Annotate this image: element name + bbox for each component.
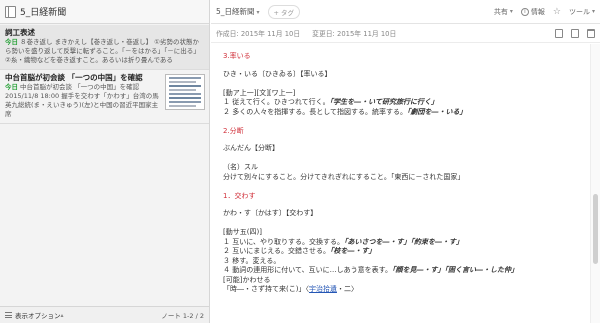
share-label: 共有 (493, 7, 508, 16)
definition-text: １ 互いに、やり取りする。交換する。 (223, 237, 345, 246)
citation-link[interactable]: 宇治拾遺 (309, 285, 337, 293)
grammar: （名）スル (223, 163, 258, 171)
citation-line: 「時―・さず持て来(こ)」〈宇治拾遺・二〉 (223, 285, 590, 295)
copy-icon[interactable] (571, 28, 579, 38)
chevron-down-icon: ▾ (591, 8, 595, 15)
list-footer: 表示オプション ▴ ノート 1-2 / 2 (0, 306, 209, 323)
definition-text: ２ 互いにまじえる。交錯させる。 (223, 247, 331, 255)
chevron-down-icon: ▾ (256, 9, 260, 16)
modified-date: 変更日: 2015年 11月 10日 (312, 30, 397, 38)
created-date: 作成日: 2015年 11月 10日 (216, 30, 301, 38)
note-item[interactable]: 中台首脳が初会談 「一つの中国」を確認 今日 中台首脳が初会談 「一つの中国」を確… (0, 70, 209, 124)
reminder-icon[interactable] (555, 28, 563, 38)
notebook-title: 5_日経新聞 (20, 8, 67, 18)
definition-line: ２ 多くの人々を指揮する。長として指図する。統率する。「劇団を―・いる」 (223, 108, 590, 118)
info-icon: i (520, 7, 529, 16)
definition-text: ２ 多くの人々を指揮する。長として指図する。統率する。 (223, 107, 408, 116)
notebook-selector[interactable]: 5_日経新聞 ▾ (216, 6, 260, 17)
note-count: ノート 1-2 / 2 (161, 312, 204, 320)
definition-line: １ 従えて行く。ひきつれて行く。「学生を―・いて研究旅行に行く」 (223, 98, 590, 108)
reading: ぶんだん【分断】 (223, 144, 279, 152)
grammar: [動ア上一][文][ワ上一] (223, 88, 296, 97)
info-button[interactable]: i 情報 (520, 7, 545, 17)
note-editor-pane: 5_日経新聞 ▾ + タグ 共有 ▾ i 情報 ☆ ツール ▾ 作成日: 2015年 1… (211, 0, 600, 323)
note-title: 詞工表述 (5, 28, 35, 37)
note-list-pane: 5_日経新聞 詞工表述 今日 ８巻き返し まきかえし【巻き返し・巻返し】 ①劣勢の… (0, 0, 210, 323)
view-options-button[interactable]: 表示オプション ▴ (5, 310, 64, 320)
note-thumbnail (165, 74, 205, 110)
note-snippet-text: ８巻き返し まきかえし【巻き返し・巻返し】 ①劣勢の状態から勢いを盛り返して反撃… (5, 38, 200, 64)
citation-text: 「時―・さず持て来(こ)」〈 (223, 285, 309, 293)
example: 「学生を―・いて研究旅行に行く」 (329, 98, 438, 106)
definition-line: ３ 移す。変える。 (223, 256, 281, 265)
note-snippet: 今日 ８巻き返し まきかえし【巻き返し・巻返し】 ①劣勢の状態から勢いを盛り返して… (5, 38, 204, 65)
example: 「枝を―・す」 (330, 247, 376, 255)
note-title: 中台首脳が初会談 「一つの中国」を確認 (5, 73, 143, 82)
note-item[interactable]: 詞工表述 今日 ８巻き返し まきかえし【巻き返し・巻返し】 ①劣勢の状態から勢いを… (0, 25, 209, 70)
section-heading: 3.率いる (223, 52, 251, 60)
note-date: 今日 (5, 38, 18, 46)
star-icon[interactable]: ☆ (553, 7, 561, 17)
note-date: 今日 (5, 83, 18, 91)
scrollbar-thumb[interactable] (593, 194, 598, 264)
chevron-up-icon: ▴ (60, 311, 64, 319)
editor-toolbar: 5_日経新聞 ▾ + タグ 共有 ▾ i 情報 ☆ ツール ▾ (211, 0, 600, 24)
share-button[interactable]: 共有 ▾ (494, 7, 513, 17)
info-label: 情報 (530, 7, 545, 16)
example: 「顔を見―・す」「固く言い―・した仲」 (391, 266, 518, 274)
note-snippet: 今日 中台首脳が初会談 「一つの中国」を確認 2015/11/8 18:00 握手… (5, 83, 159, 119)
tools-button[interactable]: ツール ▾ (569, 7, 595, 17)
section-heading: 1．交わす (223, 191, 256, 200)
tools-label: ツール (568, 7, 590, 16)
reading: かわ・す〔かはす〕【交わす】 (223, 209, 318, 217)
add-tag-button[interactable]: + タグ (267, 4, 301, 19)
definition-line: ２ 互いにまじえる。交錯させる。「枝を―・す」 (223, 247, 590, 257)
reading: ひき・いる〔ひきゐる〕【率いる】 (223, 69, 332, 78)
example: 「あいさつを―・す」「約束を―・す」 (344, 237, 464, 246)
note-body[interactable]: 3.率いる ひき・いる〔ひきゐる〕【率いる】 [動ア上一][文][ワ上一] １ … (211, 44, 590, 323)
definition-text: ４ 動詞の連用形に付いて、互いに…しあう意を表す。 (223, 266, 392, 274)
definition-line: 分けて別々にすること。分けてきれぎれにすること。「東西に－された国家」 (223, 172, 465, 181)
definition-line: １ 互いに、やり取りする。交換する。「あいさつを―・す」「約束を―・す」 (223, 238, 590, 248)
list-view-icon (5, 312, 12, 318)
notebook-header[interactable]: 5_日経新聞 (0, 0, 209, 24)
vertical-scrollbar[interactable] (590, 44, 600, 323)
grammar: [動サ五(四)] (223, 228, 262, 236)
citation-text: ・二〉 (336, 285, 358, 293)
definition-text: １ 従えて行く。ひきつれて行く。 (223, 98, 330, 106)
definition-line: ４ 動詞の連用形に付いて、互いに…しあう意を表す。「顔を見―・す」「固く言い―・… (223, 266, 590, 276)
view-options-label: 表示オプション (15, 312, 61, 320)
kanou-form: [可能]かわせる (223, 275, 271, 284)
chevron-down-icon: ▾ (509, 8, 513, 15)
section-heading: 2.分断 (223, 126, 244, 135)
note-list: 詞工表述 今日 ８巻き返し まきかえし【巻き返し・巻返し】 ①劣勢の状態から勢いを… (0, 25, 209, 306)
note-meta: 作成日: 2015年 11月 10日 変更日: 2015年 11月 10日 (211, 24, 600, 43)
note-snippet-text: 中台首脳が初会談 「一つの中国」を確認 2015/11/8 18:00 握手を交… (5, 83, 159, 118)
notebook-selector-label: 5_日経新聞 (216, 7, 255, 16)
example: 「劇団を―・いる」 (407, 107, 467, 116)
trash-icon[interactable] (587, 28, 595, 38)
notebook-icon (5, 5, 16, 18)
